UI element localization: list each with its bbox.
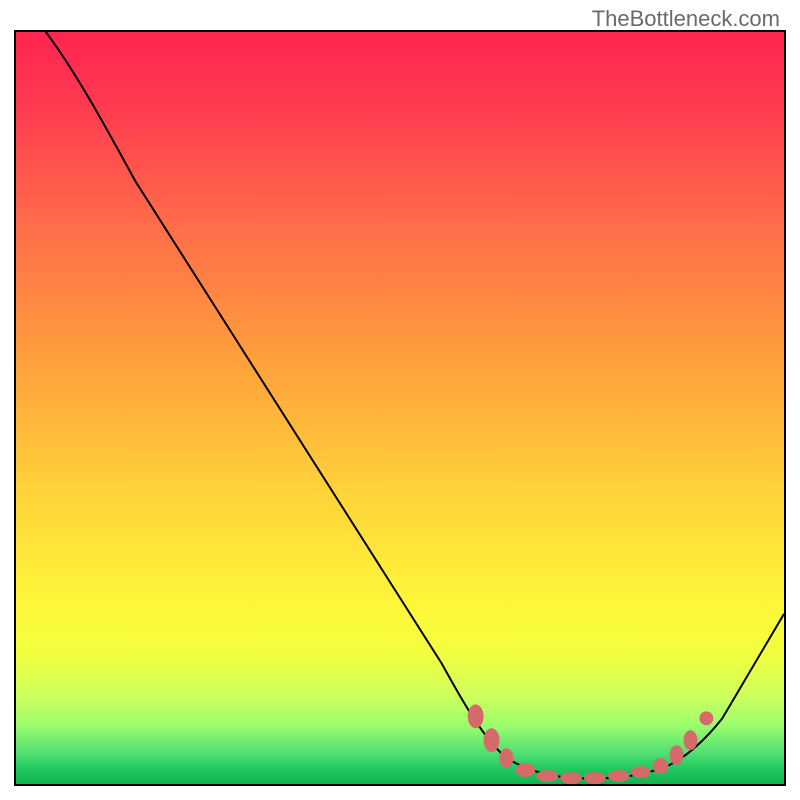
marker-dot (584, 772, 606, 784)
marker-dot (699, 711, 713, 725)
marker-dot (468, 704, 484, 728)
marker-dot (631, 766, 651, 778)
marker-dot (670, 745, 684, 765)
marker-dot (515, 763, 535, 777)
marker-dot (560, 772, 582, 784)
marker-dot (536, 770, 558, 782)
marker-dot (484, 728, 500, 752)
chart-container (14, 30, 786, 786)
watermark-text: TheBottleneck.com (592, 6, 780, 32)
marker-dot (653, 758, 669, 774)
chart-svg (16, 32, 784, 784)
marker-dot (684, 730, 698, 750)
curve-line (46, 32, 784, 779)
marker-dot (608, 770, 630, 782)
marker-dot (499, 748, 513, 768)
